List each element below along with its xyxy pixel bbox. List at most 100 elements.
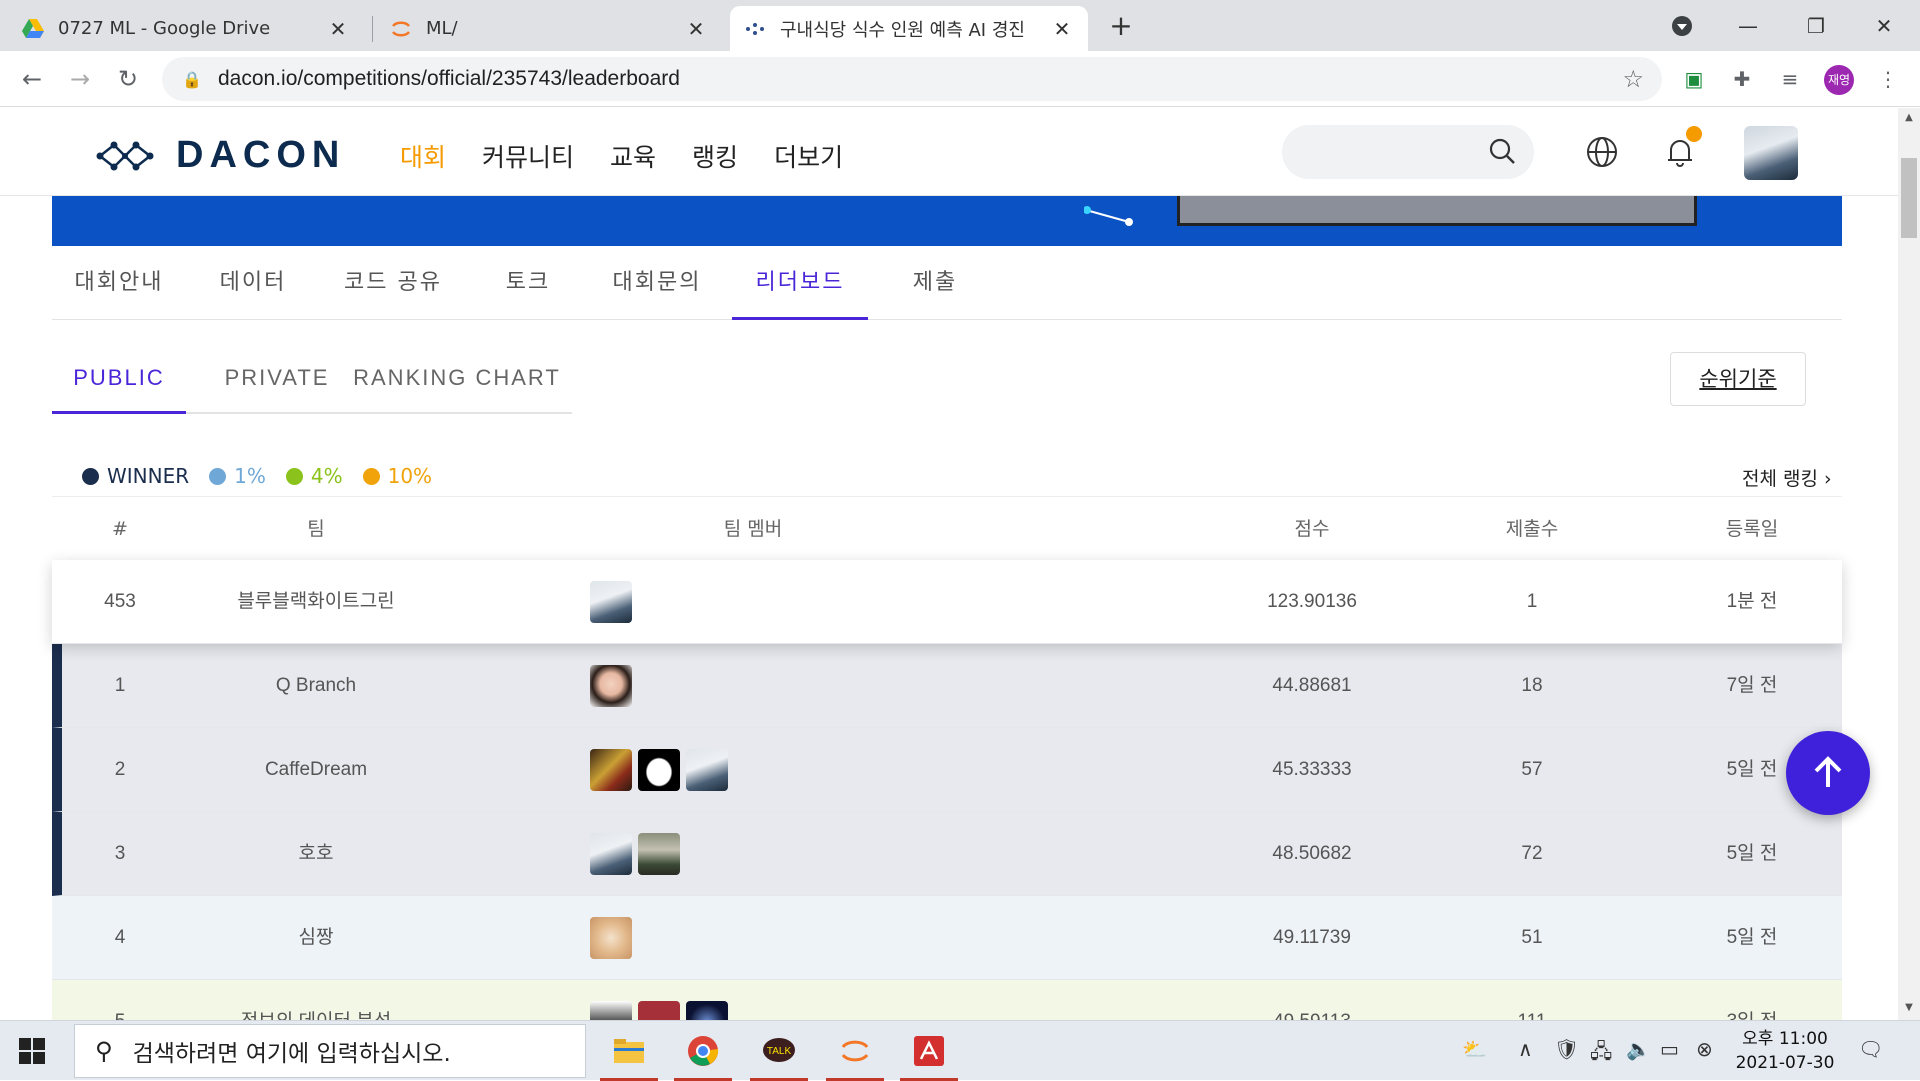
close-icon[interactable]: ✕ [326,17,350,41]
row-score: 44.88681 [1272,675,1352,696]
nav-more[interactable]: 더보기 [774,138,843,174]
tab-search-icon[interactable] [1652,6,1712,46]
minimize-icon[interactable]: — [1718,6,1778,46]
windows-start-icon[interactable] [18,1037,46,1065]
jupyter-icon[interactable] [824,1021,886,1081]
dacon-logo[interactable]: DACON [96,134,345,177]
taskbar-clock[interactable]: 오후 11:00 2021-07-30 [1730,1027,1840,1075]
tab-jupyter[interactable]: ML/ ✕ [376,6,722,51]
table-row[interactable]: 5 정보의 데이터 분석 49.59113 111 3일 전 [52,980,1842,1020]
tab-leaderboard[interactable]: 리더보드 [732,246,868,320]
tab-separator [372,16,373,42]
new-tab-button[interactable]: + [1104,10,1138,44]
search-icon: ⚲ [95,1037,113,1065]
jupyter-icon [390,18,412,40]
battery-icon[interactable]: ▭ [1660,1037,1679,1061]
nav-ranking[interactable]: 랭킹 [692,138,738,174]
url-text[interactable]: dacon.io/competitions/official/235743/le… [218,67,680,91]
ranking-criteria-button[interactable]: 순위기준 [1670,352,1806,406]
chrome-icon[interactable] [672,1021,734,1081]
nav-community[interactable]: 커뮤니티 [482,138,574,174]
nav-education[interactable]: 교육 [610,138,656,174]
taskbar-search-input[interactable]: ⚲ 검색하려면 여기에 입력하십시오. [74,1024,586,1078]
tab-google-drive[interactable]: 0727 ML - Google Drive ✕ [8,6,364,51]
table-row[interactable]: 1 Q Branch 44.88681 18 7일 전 [52,644,1842,728]
member-avatar[interactable] [590,1001,632,1020]
scroll-up-arrow-icon[interactable]: ▲ [1902,112,1916,126]
file-explorer-icon[interactable] [598,1021,660,1081]
scroll-down-arrow-icon[interactable]: ▼ [1902,1002,1916,1016]
media-control-icon[interactable]: ≡ [1774,63,1806,95]
extensions-puzzle-icon[interactable]: ✚ [1726,63,1758,95]
site-search-input[interactable] [1282,125,1534,179]
table-row-my-team[interactable]: 453 블루블랙화이트그린 123.90136 1 1분 전 [52,560,1842,644]
close-icon[interactable]: ✕ [684,17,708,41]
page-scrollbar[interactable]: ▲ ▼ [1898,108,1920,1020]
no-connection-icon[interactable]: ⊗ [1696,1037,1713,1061]
row-team[interactable]: 심짱 [188,896,444,980]
member-avatar[interactable] [686,749,728,791]
member-avatar[interactable] [590,665,632,707]
tab-dacon[interactable]: 구내식당 식수 인원 예측 AI 경진 ✕ [730,6,1088,51]
search-icon[interactable] [1488,137,1516,165]
back-arrow-icon[interactable]: ← [14,61,50,97]
globe-icon[interactable] [1584,134,1620,170]
forward-arrow-icon[interactable]: → [62,61,98,97]
bookmark-star-icon[interactable]: ☆ [1622,65,1644,93]
tab-submit[interactable]: 제출 [868,246,1002,320]
legend-dot [362,467,380,485]
tab-talk[interactable]: 토크 [466,246,590,320]
legend-winner: WINNER [82,464,189,488]
window-close-icon[interactable]: ✕ [1854,6,1914,46]
member-avatar[interactable] [590,833,632,875]
restore-icon[interactable]: ❐ [1786,6,1846,46]
weather-icon[interactable]: ⛅ [1462,1037,1487,1061]
user-avatar[interactable] [1744,126,1798,180]
browser-tab-strip: 0727 ML - Google Drive ✕ ML/ ✕ 구내식당 식수 인… [0,0,1920,51]
member-avatar[interactable] [590,581,632,623]
row-team[interactable]: CaffeDream [188,728,444,812]
address-bar[interactable]: 🔒 dacon.io/competitions/official/235743/… [162,57,1662,101]
security-shield-icon[interactable]: 🛡 [1554,1037,1579,1061]
member-avatar[interactable] [686,1001,728,1020]
member-avatar[interactable] [590,749,632,791]
kakaotalk-icon[interactable]: TALK [748,1021,810,1081]
member-avatar[interactable] [638,1001,680,1020]
scrollbar-thumb[interactable] [1901,158,1917,238]
member-avatar[interactable] [638,833,680,875]
row-team[interactable]: 정보의 데이터 분석 [188,980,444,1020]
menu-kebab-icon[interactable]: ⋮ [1872,63,1904,95]
profile-avatar[interactable]: 재영 [1824,65,1854,95]
scroll-to-top-button[interactable] [1786,731,1870,815]
table-row[interactable]: 2 CaffeDream 45.33333 57 5일 전 [52,728,1842,812]
full-ranking-link[interactable]: 전체 랭킹 › [1742,464,1832,491]
banner-board-graphic [1177,196,1697,226]
tray-expand-chevron-icon[interactable]: ∧ [1518,1037,1533,1061]
nav-competitions[interactable]: 대회 [400,138,446,174]
tab-private[interactable]: PRIVATE [202,348,352,414]
legend-label: 1% [234,464,266,488]
tab-code-share[interactable]: 코드 공유 [320,246,466,320]
tab-title: ML/ [426,18,458,39]
close-icon[interactable]: ✕ [1050,17,1074,41]
tab-data[interactable]: 데이터 [186,246,320,320]
member-avatar[interactable] [590,917,632,959]
acrobat-icon[interactable] [898,1021,960,1081]
member-avatar[interactable] [638,749,680,791]
screen-cast-extension-icon[interactable]: ▣ [1678,63,1710,95]
lock-icon[interactable]: 🔒 [182,70,202,89]
row-team[interactable]: 블루블랙화이트그린 [188,560,444,644]
notification-center-icon[interactable]: 🗨 [1858,1037,1883,1061]
network-icon[interactable]: 🖧 [1590,1037,1612,1071]
tab-overview[interactable]: 대회안내 [52,246,186,320]
tab-public[interactable]: PUBLIC [52,348,186,414]
table-row[interactable]: 4 심짱 49.11739 51 5일 전 [52,896,1842,980]
row-team[interactable]: 호호 [188,812,444,896]
tab-ranking-chart[interactable]: RANKING CHART [352,348,562,414]
tab-inquiry[interactable]: 대회문의 [590,246,724,320]
tab-title: 구내식당 식수 인원 예측 AI 경진 [780,19,1025,41]
row-team[interactable]: Q Branch [188,644,444,728]
table-row[interactable]: 3 호호 48.50682 72 5일 전 [52,812,1842,896]
volume-icon[interactable]: 🔈 [1626,1037,1651,1061]
reload-icon[interactable]: ↻ [110,61,146,97]
